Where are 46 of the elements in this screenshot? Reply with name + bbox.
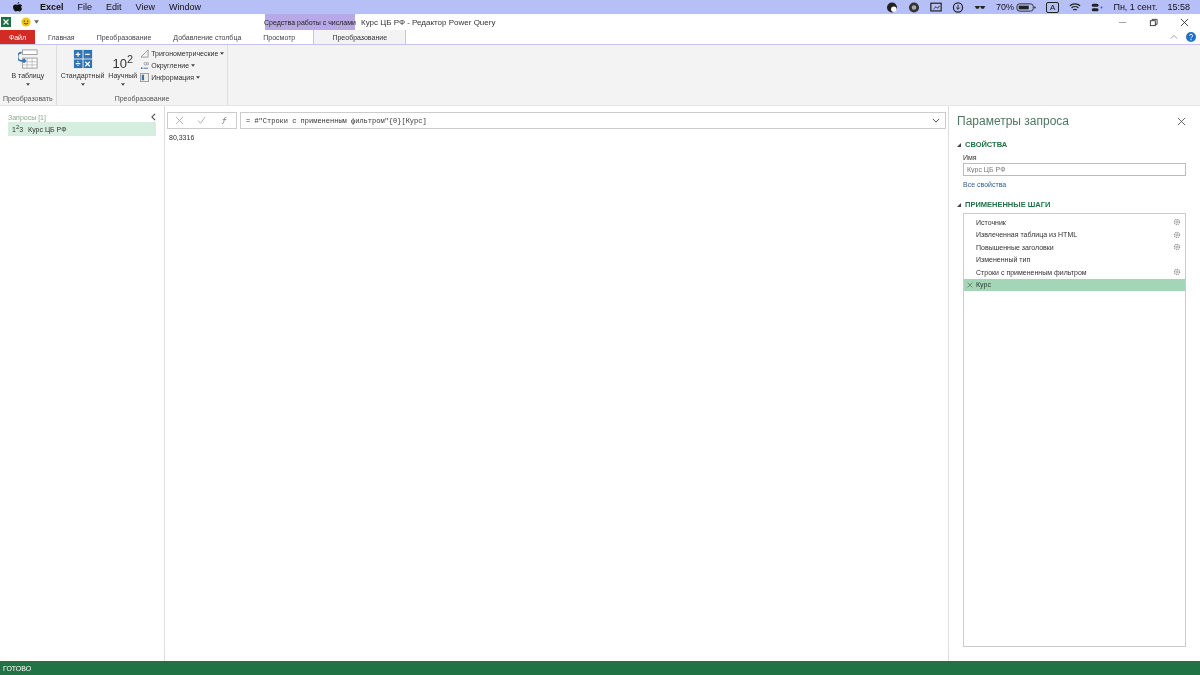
triangle-icon [140, 49, 150, 58]
menu-item[interactable]: Window [168, 2, 201, 12]
excel-icon[interactable] [1, 17, 11, 27]
wifi-icon[interactable] [1069, 1, 1082, 13]
menubar-date: Пн, 1 сент. [1113, 2, 1158, 12]
help-icon[interactable] [1186, 32, 1196, 42]
collapse-triangle-icon[interactable] [957, 202, 961, 207]
expand-icon[interactable] [932, 118, 940, 123]
caret-icon [191, 64, 196, 67]
calculator-icon [72, 49, 93, 69]
gear-icon[interactable] [1173, 243, 1181, 252]
table-convert-icon [17, 49, 38, 69]
window-title: Курс ЦБ РФ - Редактор Power Query [361, 17, 496, 27]
apple-icon[interactable] [13, 1, 22, 13]
menu-item[interactable]: File [77, 2, 93, 12]
circle-icon[interactable] [908, 1, 921, 13]
caret-icon [220, 52, 225, 55]
caret-icon [25, 83, 30, 86]
menubar-time: 15:58 [1167, 2, 1190, 12]
dropdown-caret-icon[interactable] [34, 20, 39, 24]
collapse-triangle-icon[interactable] [957, 142, 961, 147]
restore-icon[interactable] [1149, 17, 1158, 27]
cloud-icon[interactable] [886, 1, 899, 13]
battery-icon[interactable] [1016, 1, 1037, 13]
rounding-icon [140, 61, 150, 70]
screen-icon[interactable] [930, 1, 943, 13]
pane-title: Параметры запроса [957, 114, 1069, 128]
close-icon[interactable] [1180, 17, 1189, 27]
gear-icon[interactable] [1173, 230, 1181, 239]
gear-icon[interactable] [1173, 268, 1181, 277]
menu-item[interactable]: View [135, 2, 155, 12]
info-icon [140, 73, 150, 82]
smiley-icon[interactable] [21, 17, 31, 27]
app-menu[interactable]: Excel [40, 2, 64, 12]
input-source-indicator[interactable]: A [1046, 1, 1060, 13]
collapse-pane-icon[interactable] [151, 113, 156, 121]
control-center-icon[interactable] [1091, 1, 1104, 13]
caret-icon [120, 83, 125, 86]
check-icon[interactable] [197, 116, 207, 125]
gear-icon[interactable] [1173, 218, 1181, 227]
caret-icon [80, 83, 85, 86]
close-icon[interactable] [1177, 116, 1186, 126]
power-caption: 10$^{2}$ [112, 52, 133, 69]
battery-percent: 70% [996, 2, 1015, 12]
caret-icon [196, 76, 201, 79]
menu-item[interactable]: Edit [106, 2, 122, 12]
